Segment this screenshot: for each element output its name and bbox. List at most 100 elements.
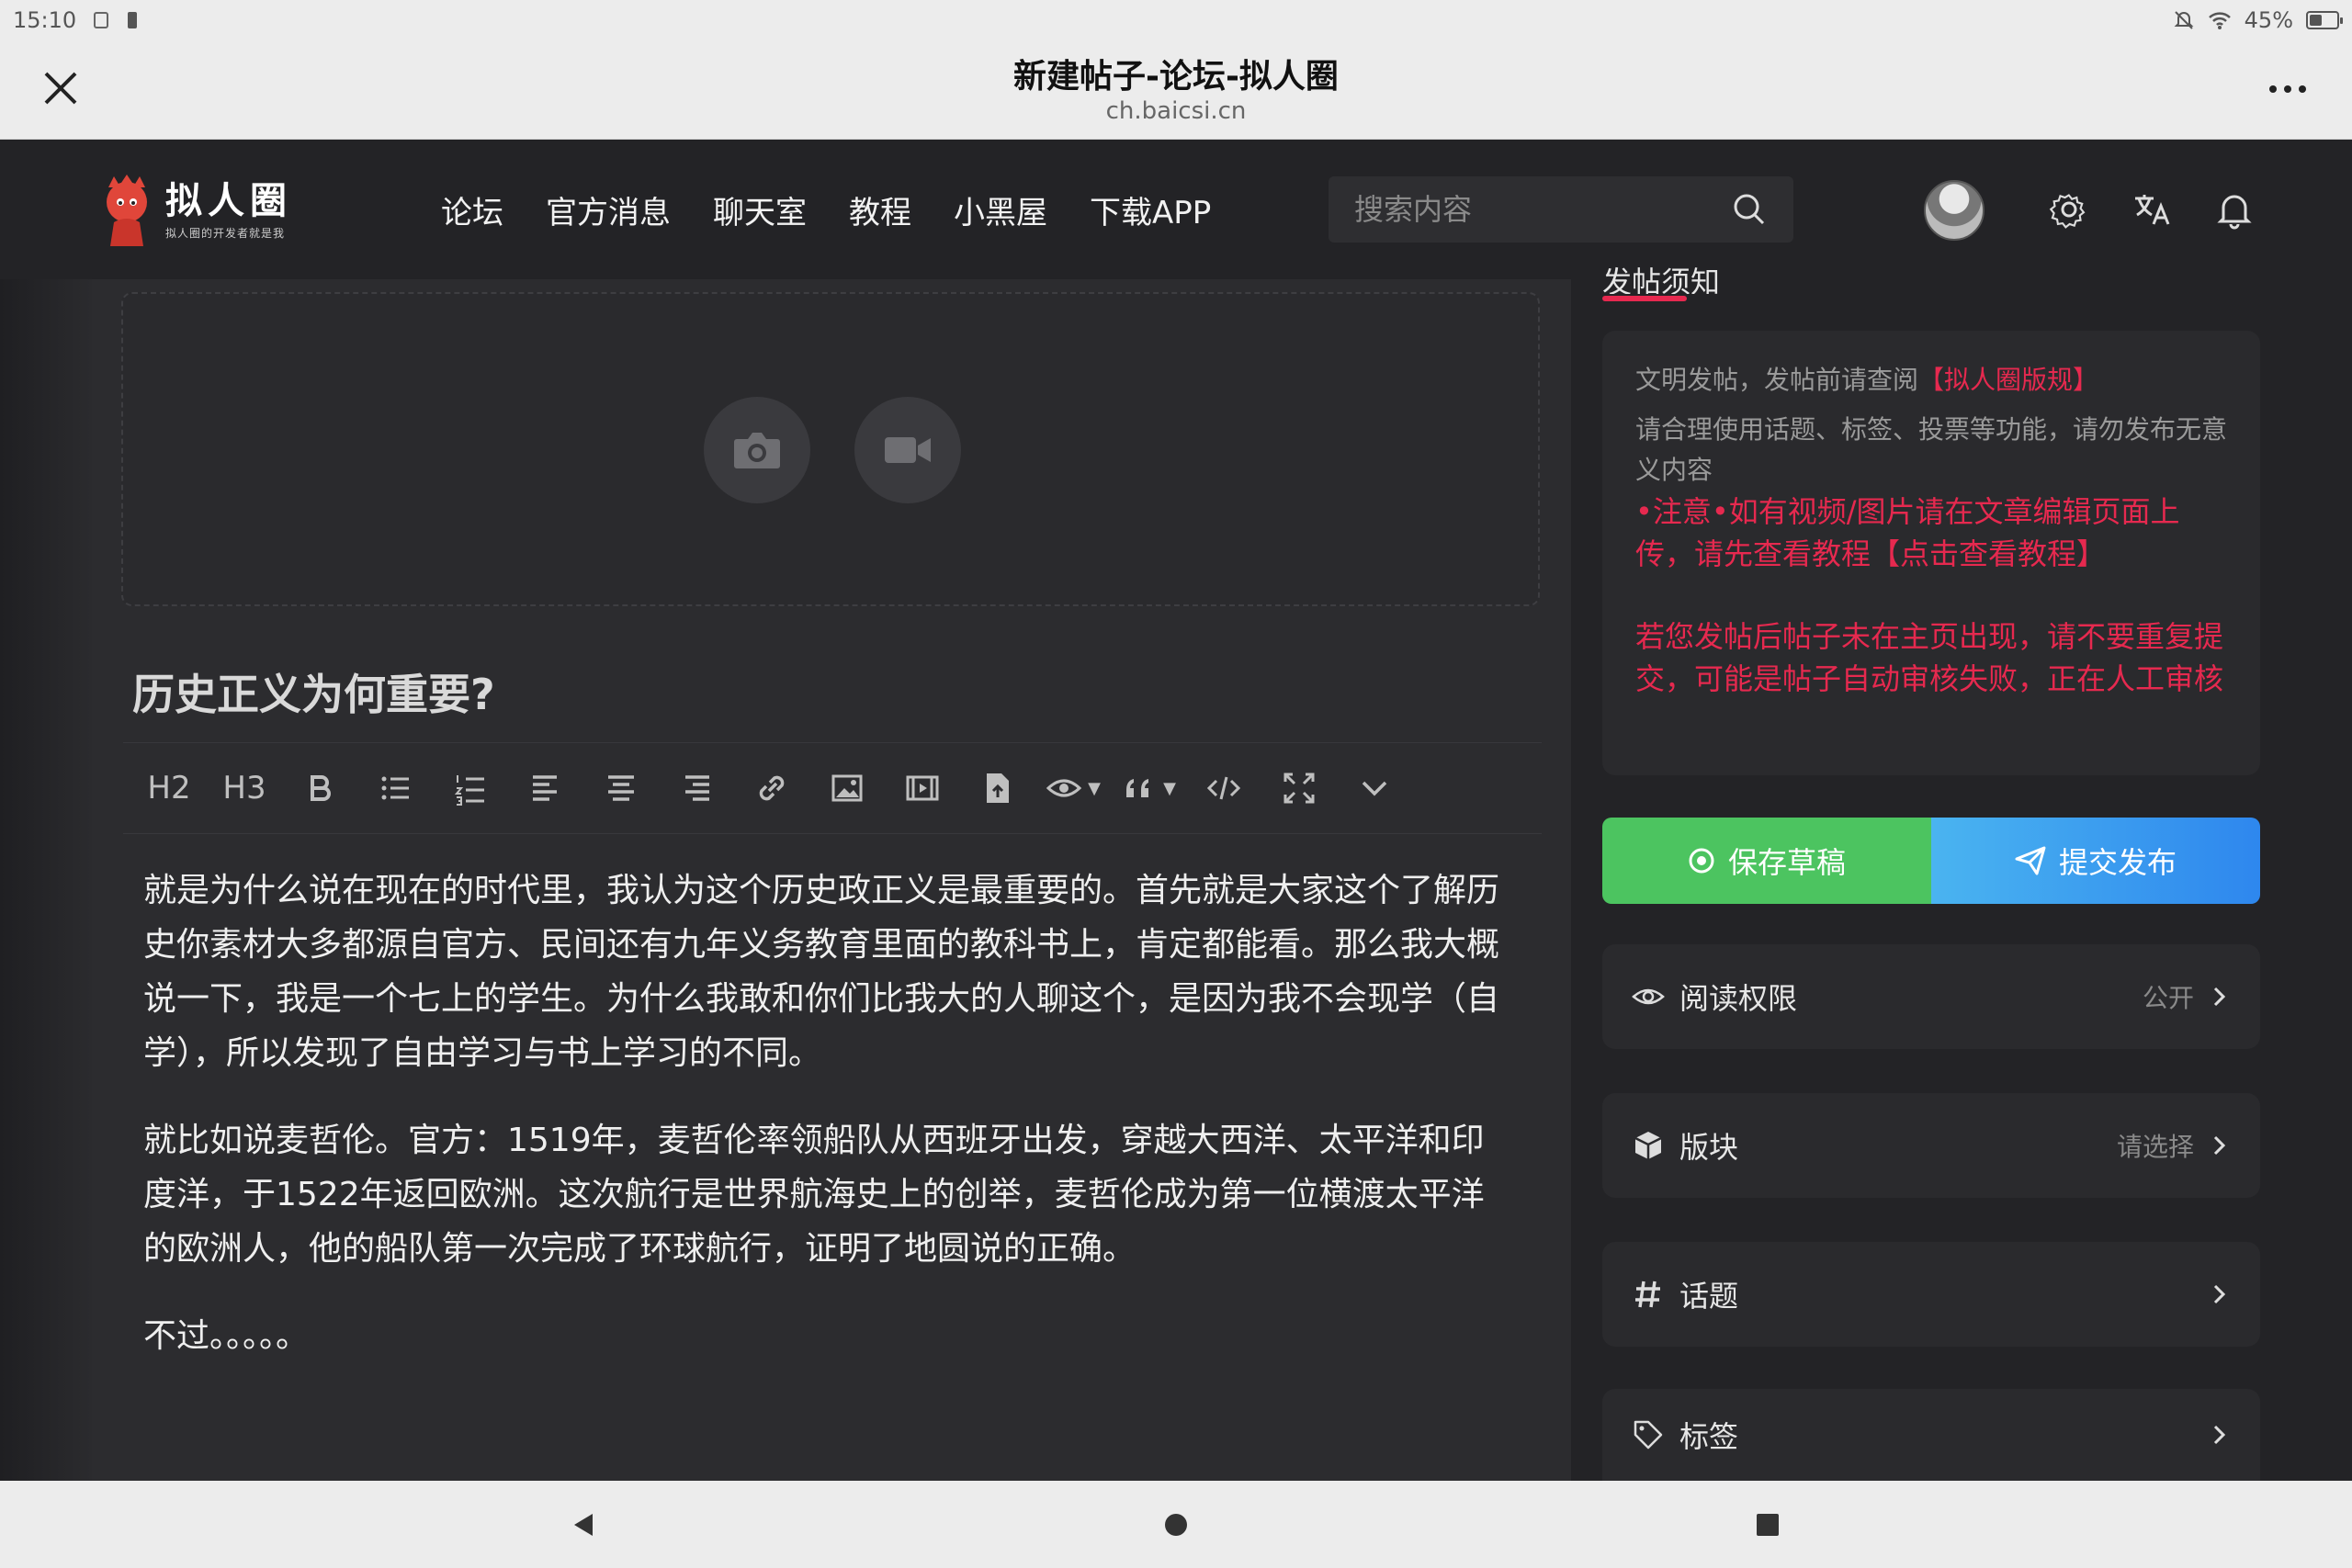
search-input[interactable] [1354,192,1731,227]
cube-icon [1634,1132,1662,1159]
back-button[interactable] [560,1501,608,1549]
align-right-icon [685,775,709,801]
film-icon [906,775,939,801]
ordered-list-button[interactable] [443,761,498,816]
notice-heading-underline [1602,296,1687,301]
forum-rules-link[interactable]: 【拟人圈版规】 [1918,365,2098,395]
status-time: 15:10 [13,7,77,33]
option-value: 请选择 [2116,1132,2194,1162]
upload-video-button[interactable] [854,397,961,503]
paragraph: 就比如说麦哲伦。官方：1519年，麦哲伦率领船队从西班牙出发，穿越大西洋、太平洋… [143,1122,1485,1268]
chevron-right-icon [2213,1425,2226,1445]
site-header: 拟人圈 拟人圈的开发者就是我 论坛 官方消息 聊天室 教程 小黑屋 下载APP [0,140,2352,279]
submit-publish-label: 提交发布 [2058,845,2177,880]
settings-icon[interactable] [2047,187,2091,231]
status-bar: 15:10 45% [0,0,2352,40]
nav-blackroom[interactable]: 小黑屋 [954,187,1047,232]
video-camera-icon [885,437,931,463]
option-label: 阅读权限 [1679,981,1798,1016]
code-icon [1206,776,1241,800]
site-logo[interactable]: 拟人圈 拟人圈的开发者就是我 [96,173,307,250]
align-center-icon [608,775,634,801]
option-label: 版块 [1679,1130,1739,1165]
bold-button[interactable] [292,761,347,816]
option-topic[interactable]: 话题 [1602,1242,2260,1347]
file-upload-icon [987,773,1009,803]
post-body[interactable]: 就是为什么说在现在的时代里，我认为这个历史政正义是最重要的。首先就是大家这个了解… [143,863,1512,1396]
wifi-icon [2208,12,2231,29]
align-center-button[interactable] [594,761,649,816]
save-draft-label: 保存草稿 [1727,845,1846,880]
editor-toolbar: H2 H3 ▼ ▼ [123,742,1542,834]
system-nav-bar [0,1481,2352,1568]
posting-notice: 文明发帖，发帖前请查阅【拟人圈版规】 请合理使用话题、标签、投票等功能，请勿发布… [1602,331,2260,775]
heading2-button[interactable]: H2 [141,761,197,816]
align-left-icon [533,775,557,801]
paragraph: 不过。。。。。 [143,1317,310,1355]
quote-button[interactable]: ▼ [1121,761,1176,816]
upload-photo-button[interactable] [704,397,810,503]
home-button[interactable] [1152,1501,1200,1549]
notice-rules-text: 文明发帖，发帖前请查阅 [1635,365,1919,395]
save-draft-button[interactable]: 保存草稿 [1602,818,1931,904]
nav-forum[interactable]: 论坛 [441,187,503,232]
logo-tagline: 拟人圈的开发者就是我 [165,226,286,240]
option-label: 话题 [1679,1279,1739,1314]
recents-square-icon [1757,1514,1779,1536]
home-circle-icon [1165,1514,1187,1536]
image-button[interactable] [820,761,875,816]
eye-icon [1046,779,1082,797]
option-tag[interactable]: 标签 [1602,1389,2260,1481]
fullscreen-button[interactable] [1272,761,1327,816]
video-button[interactable] [895,761,950,816]
more-tools-button[interactable] [1347,761,1402,816]
nav-chatroom[interactable]: 聊天室 [713,187,807,232]
more-menu-icon[interactable] [2269,75,2317,103]
translate-icon[interactable] [2130,187,2174,231]
mute-icon [2174,11,2194,29]
post-title[interactable]: 历史正义为何重要? [132,661,495,722]
battery-icon [2306,11,2343,29]
caret-down-icon: ▼ [1088,778,1101,798]
bullet-list-button[interactable] [368,761,423,816]
tag-icon [1634,1420,1663,1450]
user-avatar[interactable] [1924,180,1984,241]
hash-icon [1635,1280,1660,1308]
visibility-button[interactable]: ▼ [1046,761,1101,816]
notice-heading: 发帖须知 [1602,265,1721,294]
align-left-button[interactable] [518,761,573,816]
heading3-button[interactable]: H3 [217,761,272,816]
option-board[interactable]: 版块 请选择 [1602,1093,2260,1198]
attachment-button[interactable] [970,761,1025,816]
link-button[interactable] [744,761,799,816]
submit-publish-button[interactable]: 提交发布 [1931,818,2260,904]
quote-icon [1126,779,1149,797]
option-label: 标签 [1679,1419,1739,1454]
search-icon[interactable] [1731,191,1768,228]
eye-icon [1632,988,1665,1005]
option-value: 公开 [2142,983,2194,1013]
paragraph: 就是为什么说在现在的时代里，我认为这个历史政正义是最重要的。首先就是大家这个了解… [143,872,1500,1072]
nav-download-app[interactable]: 下载APP [1090,187,1211,232]
media-upload-area[interactable] [121,292,1540,606]
camera-icon [734,433,780,468]
search-bar [1329,176,1793,243]
recents-button[interactable] [1744,1501,1792,1549]
nav-tutorial[interactable]: 教程 [849,187,911,232]
option-read-permission[interactable]: 阅读权限 公开 [1602,944,2260,1049]
fullscreen-icon [1283,773,1315,804]
notice-review-text: 若您发帖后帖子未在主页出现，请不要重复提交，可能是帖子自动审核失败，正在人工审核 [1635,619,2224,696]
nav-official-news[interactable]: 官方消息 [546,187,671,232]
mascot-logo-icon [107,175,147,246]
bell-icon[interactable] [2212,187,2256,231]
code-button[interactable] [1196,761,1251,816]
notification-dot-icon [128,12,138,28]
back-triangle-icon [574,1514,593,1536]
link-icon [759,775,785,801]
chevron-right-icon [2213,1135,2226,1156]
browser-title-bar: 新建帖子-论坛-拟人圈 ch.baicsi.cn [0,40,2352,140]
notice-warning-text[interactable]: •注意•如有视频/图片请在文章编辑页面上传，请先查看教程【点击查看教程】 [1635,491,2227,575]
notice-usage-text: 请合理使用话题、标签、投票等功能，请勿发布无意义内容 [1635,414,2228,485]
send-icon [2015,846,2046,875]
align-right-button[interactable] [669,761,724,816]
